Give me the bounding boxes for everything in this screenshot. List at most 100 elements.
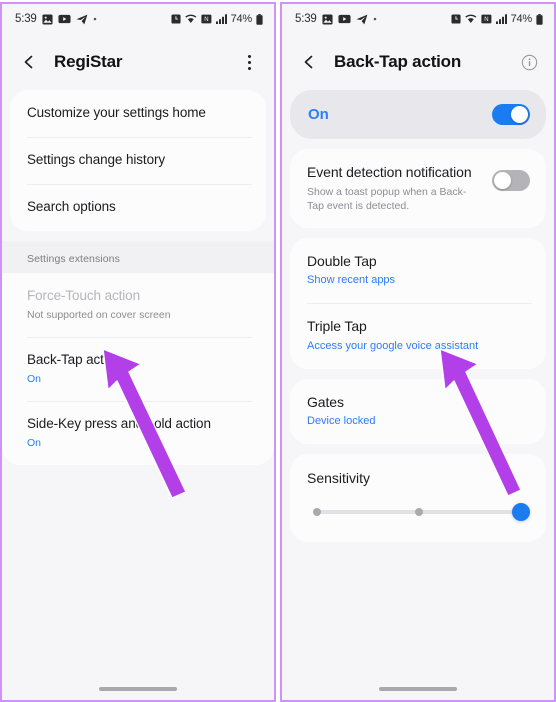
nfc-icon: N <box>480 14 491 24</box>
dot-icon <box>373 17 376 21</box>
list-item-search-options[interactable]: Search options <box>10 183 266 231</box>
list-item-label: Gates <box>307 393 344 410</box>
left-gesture-nav-bar[interactable] <box>2 687 274 691</box>
event-detection-toggle[interactable] <box>492 170 530 191</box>
signal-icon <box>495 14 507 24</box>
right-phone-screen: 5:39 N 74% Back-Tap action On Event dete… <box>282 4 554 700</box>
right-phone-screenshot: 5:39 N 74% Back-Tap action On Event dete… <box>280 2 556 702</box>
list-item-double-tap[interactable]: Double Tap Show recent apps <box>290 238 546 303</box>
list-item-force-touch-action: Force-Touch action Not supported on cove… <box>10 273 266 337</box>
info-circle-glyph <box>521 54 537 70</box>
home-gesture-bar[interactable] <box>99 687 177 691</box>
telegram-icon <box>355 14 367 24</box>
chevron-left-icon <box>24 55 33 69</box>
event-detection-card: Event detection notification Show a toas… <box>290 149 546 228</box>
battery-icon <box>536 13 543 25</box>
master-switch-toggle[interactable] <box>492 104 530 125</box>
master-switch-label: On <box>308 106 329 123</box>
list-item-subtitle: Device locked <box>307 415 376 428</box>
list-item-label: Search options <box>27 198 116 214</box>
status-clock: 5:39 <box>295 13 317 25</box>
list-item-side-key-press-and-hold-action[interactable]: Side-Key press and hold action On <box>10 400 266 465</box>
list-item-label: Side-Key press and hold action <box>27 415 211 431</box>
nfc-icon: N <box>200 14 211 24</box>
right-status-bar-right: N 74% <box>451 13 543 25</box>
list-item-label: Triple Tap <box>307 318 367 335</box>
list-item-label: Force-Touch action <box>27 287 141 303</box>
list-item-label: Event detection notification <box>307 164 472 180</box>
right-gesture-nav-bar[interactable] <box>282 687 554 691</box>
list-item-subtitle: On <box>27 436 42 449</box>
list-item-label: Back-Tap action <box>27 351 122 367</box>
slider-tick-2[interactable] <box>415 507 423 516</box>
right-app-bar: Back-Tap action <box>282 34 554 90</box>
info-circle-icon[interactable] <box>516 49 542 75</box>
chevron-left-icon <box>304 55 313 69</box>
list-item-label: Customize your settings home <box>27 105 206 120</box>
list-item-gates[interactable]: Gates Device locked <box>290 379 546 444</box>
left-phone-screenshot: 5:39 N 74% RegiStar Customize your setti… <box>0 2 276 702</box>
back-button[interactable] <box>296 49 322 75</box>
screenshot-stage: 5:39 N 74% RegiStar Customize your setti… <box>0 0 556 702</box>
left-scroll-area[interactable]: Customize your settings home Settings ch… <box>2 90 274 700</box>
battery-percent-label: 74% <box>230 13 253 25</box>
sensitivity-card: Sensitivity <box>290 453 546 542</box>
youtube-icon <box>58 14 71 24</box>
signal-icon <box>215 14 227 24</box>
home-gesture-bar[interactable] <box>379 687 457 691</box>
gallery-icon <box>322 13 333 25</box>
battery-icon <box>256 13 263 25</box>
toggle-knob <box>511 106 528 123</box>
telegram-icon <box>75 14 87 24</box>
event-detection-texts: Event detection notification Show a toas… <box>307 164 482 213</box>
battery-percent-label: 74% <box>510 13 533 25</box>
page-title: Back-Tap action <box>334 52 462 71</box>
kebab-menu-icon[interactable] <box>236 49 262 75</box>
svg-text:N: N <box>484 17 488 23</box>
gallery-icon <box>42 13 53 25</box>
right-status-bar-left: 5:39 <box>295 13 377 25</box>
status-clock: 5:39 <box>15 13 37 25</box>
wifi-icon <box>184 14 196 23</box>
settings-extensions-group: Settings extensions <box>2 240 274 273</box>
page-title: RegiStar <box>54 52 123 71</box>
list-item-customize-settings-home[interactable]: Customize your settings home <box>10 90 266 137</box>
list-item-subtitle: Not supported on cover screen <box>27 308 171 321</box>
kebab-dot <box>247 60 251 64</box>
alarm-icon <box>451 14 461 24</box>
list-item-subtitle: On <box>27 372 42 385</box>
back-tap-master-switch-row[interactable]: On <box>290 90 546 139</box>
list-item-subtitle: Show recent apps <box>307 274 396 287</box>
back-button[interactable] <box>16 49 42 75</box>
kebab-dot <box>247 66 251 70</box>
left-status-bar: 5:39 N 74% <box>2 4 274 34</box>
alarm-icon <box>171 14 181 24</box>
list-item-triple-tap[interactable]: Triple Tap Access your google voice assi… <box>290 303 546 368</box>
left-status-bar-right: N 74% <box>171 13 263 25</box>
section-header-settings-extensions: Settings extensions <box>27 252 120 265</box>
left-status-bar-left: 5:39 <box>15 13 97 25</box>
sensitivity-slider[interactable] <box>313 502 530 521</box>
settings-extensions-card: Force-Touch action Not supported on cove… <box>2 272 274 465</box>
slider-thumb[interactable] <box>511 502 530 521</box>
wifi-icon <box>464 14 476 23</box>
left-phone-screen: 5:39 N 74% RegiStar Customize your setti… <box>2 4 274 700</box>
tap-actions-card: Double Tap Show recent apps Triple Tap A… <box>290 237 546 369</box>
slider-tick-1[interactable] <box>313 507 322 516</box>
list-item-event-detection-notification[interactable]: Event detection notification Show a toas… <box>290 149 546 228</box>
list-item-back-tap-action[interactable]: Back-Tap action On <box>10 336 266 401</box>
list-item-settings-change-history[interactable]: Settings change history <box>10 136 266 184</box>
right-status-bar: 5:39 N 74% <box>282 4 554 34</box>
sensitivity-label: Sensitivity <box>307 469 371 486</box>
kebab-dot <box>247 54 251 58</box>
toggle-knob <box>494 172 511 189</box>
list-item-label: Double Tap <box>307 252 377 269</box>
list-item-subtitle: Access your google voice assistant <box>307 339 479 352</box>
youtube-icon <box>338 14 351 24</box>
right-scroll-area[interactable]: On Event detection notification Show a t… <box>282 90 554 700</box>
list-item-label: Settings change history <box>27 151 166 167</box>
left-app-bar: RegiStar <box>2 34 274 90</box>
dot-icon <box>93 17 96 21</box>
svg-text:N: N <box>204 17 208 23</box>
list-item-subtitle: Show a toast popup when a Back-Tap event… <box>307 185 467 212</box>
